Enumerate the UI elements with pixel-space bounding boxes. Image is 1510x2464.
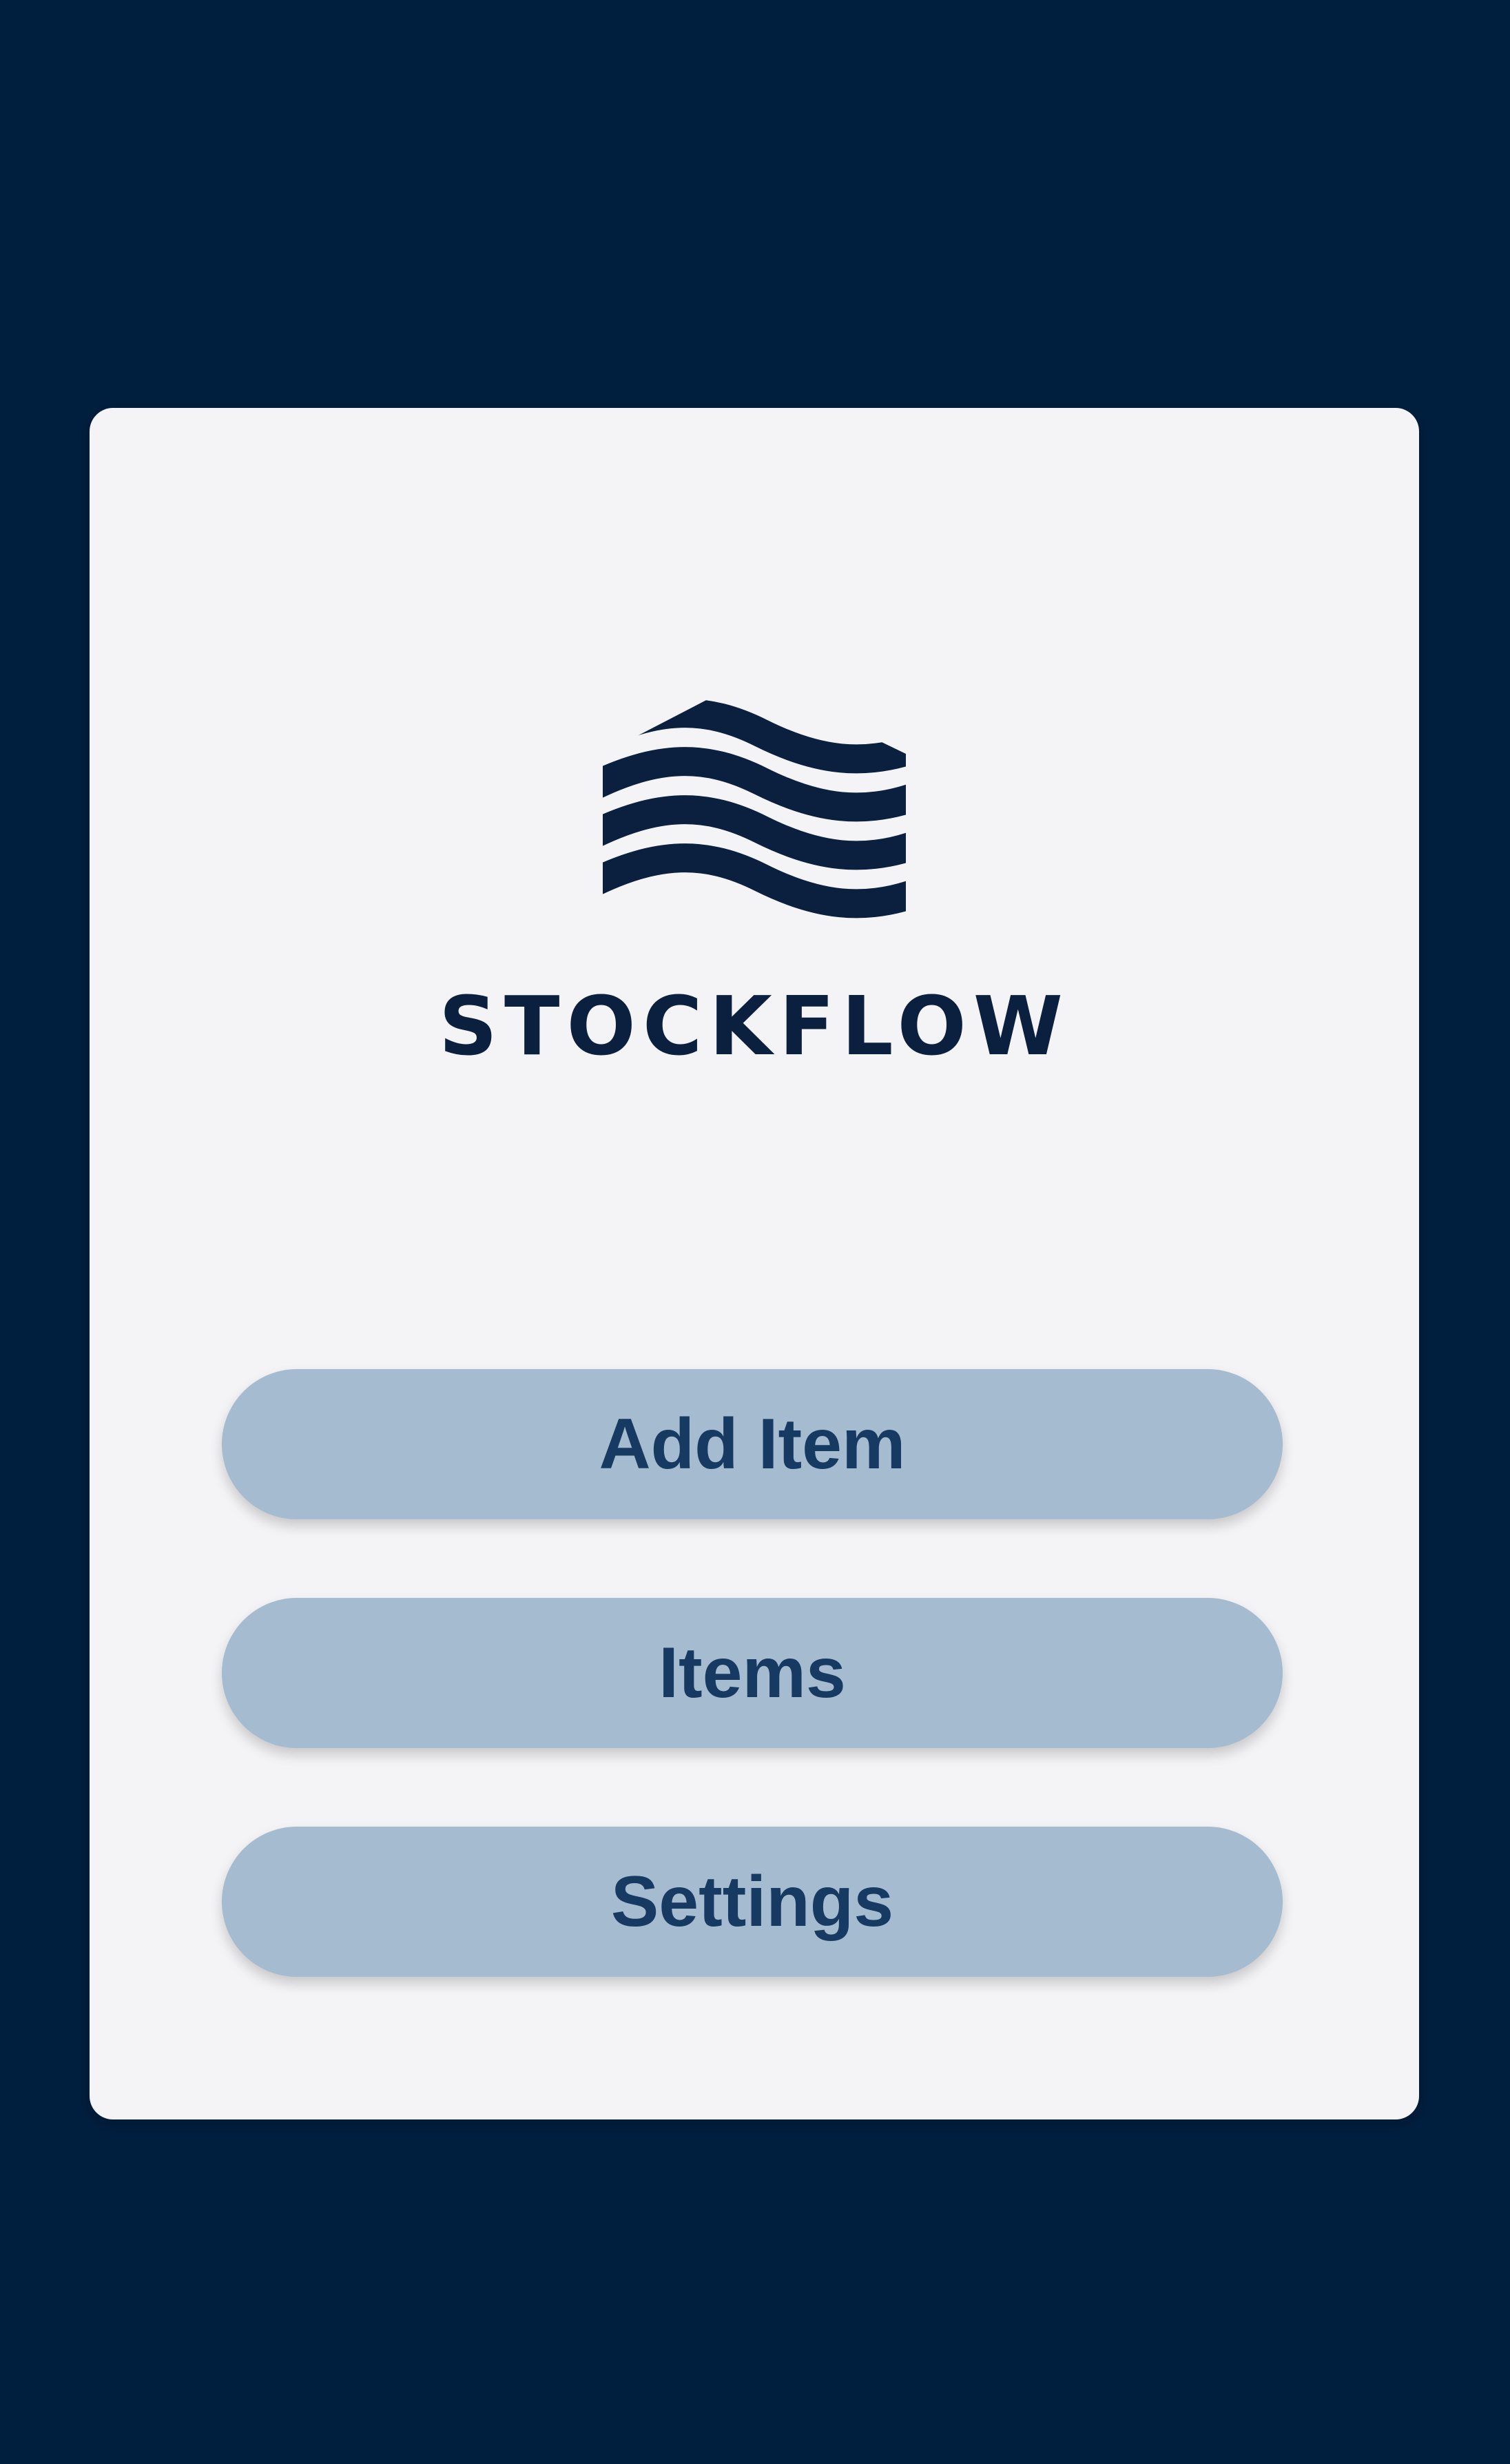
settings-button[interactable]: Settings (222, 1827, 1283, 1977)
main-menu: Add Item Items Settings (222, 1369, 1283, 1977)
add-item-button[interactable]: Add Item (222, 1369, 1283, 1519)
brand-name: STOCKFLOW (439, 978, 1070, 1074)
app-logo: STOCKFLOW (90, 678, 1419, 1067)
home-card: STOCKFLOW Add Item Items Settings (90, 408, 1419, 2119)
items-button[interactable]: Items (222, 1598, 1283, 1748)
warehouse-waves-icon (603, 699, 906, 918)
